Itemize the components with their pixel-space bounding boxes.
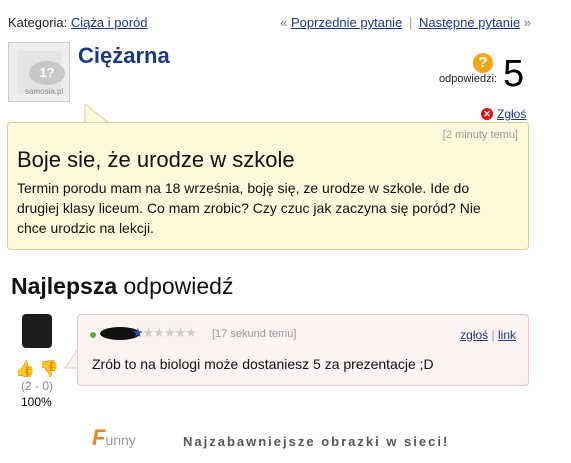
rating-star: ★: [142, 325, 155, 340]
question-box: [2 minuty temu] Boje sie, że urodze w sz…: [7, 122, 529, 250]
asker-avatar[interactable]: 1? samosia.pl: [8, 42, 70, 102]
footer-slogan: Najzabawniejsze obrazki w sieci!: [183, 434, 450, 449]
rating-star: ★: [132, 325, 144, 340]
vote-percent: 100%: [21, 395, 52, 409]
x-circle-icon: ✕: [481, 108, 493, 120]
rating-star: ★: [153, 325, 165, 340]
category-link[interactable]: Ciąża i poród: [71, 15, 148, 30]
rating-star: ★: [174, 325, 187, 340]
question-time: [2 minuty temu]: [442, 129, 518, 141]
avatar-site-label: samosia.pl: [25, 87, 64, 96]
logo-initial: F: [92, 425, 106, 450]
answer-links-separator: |: [491, 328, 495, 342]
answers-count: 5: [503, 53, 525, 95]
report-question-link[interactable]: Zgłoś: [497, 107, 526, 121]
best-answer-heading: Najlepsza odpowiedź: [11, 273, 233, 300]
answer-time: [17 sekund temu]: [212, 328, 297, 340]
answer-links: zgłoś | link: [460, 328, 516, 342]
asker-name[interactable]: Ciężarna: [78, 43, 170, 69]
question-navigation: « Poprzednie pytanie | Następne pytanie …: [280, 15, 531, 30]
prev-arrow: «: [280, 15, 288, 30]
question-mark-icon: ?: [473, 53, 493, 73]
question-body: Termin porodu mam na 18 września, boję s…: [17, 180, 481, 236]
nav-separator: |: [408, 15, 413, 30]
next-question-link[interactable]: Następne pytanie: [419, 15, 520, 30]
avatar-bubble: 1?: [29, 61, 65, 85]
answerer-avatar[interactable]: [22, 314, 52, 348]
best-answer-heading-bold: Najlepsza: [11, 273, 118, 299]
answer-permalink[interactable]: link: [498, 328, 516, 342]
report-answer-link[interactable]: zgłoś: [460, 328, 488, 342]
logo-rest: unny: [105, 432, 136, 448]
vote-count: (2 - 0): [21, 379, 54, 393]
best-answer-heading-rest: odpowiedź: [123, 273, 234, 299]
thumb-up-icon[interactable]: 👍: [15, 359, 35, 379]
answers-label: odpowiedzi:: [439, 73, 498, 85]
question-bubble-tail: [84, 104, 110, 124]
online-status-dot: [90, 332, 96, 338]
answer-text: Zrób to na biologi może dostaniesz 5 za …: [92, 356, 434, 372]
prev-question-link[interactable]: Poprzednie pytanie: [291, 15, 402, 30]
category-breadcrumb: Kategoria: Ciąża i poród: [8, 15, 148, 30]
rating-star: ★: [163, 325, 176, 340]
answer-box: ★★★★★★ [17 sekund temu] zgłoś | link Zró…: [77, 314, 529, 386]
category-label: Kategoria:: [8, 15, 68, 30]
rating-stars: ★★★★★★: [132, 325, 197, 341]
question-title: Boje sie, że urodze w szkole: [17, 147, 295, 172]
avatar-image: 1? samosia.pl: [17, 51, 65, 96]
thumb-down-icon[interactable]: 👎: [39, 359, 59, 379]
next-arrow: »: [523, 15, 531, 30]
funny-logo[interactable]: Funny: [92, 425, 136, 451]
rating-star: ★: [185, 325, 197, 340]
